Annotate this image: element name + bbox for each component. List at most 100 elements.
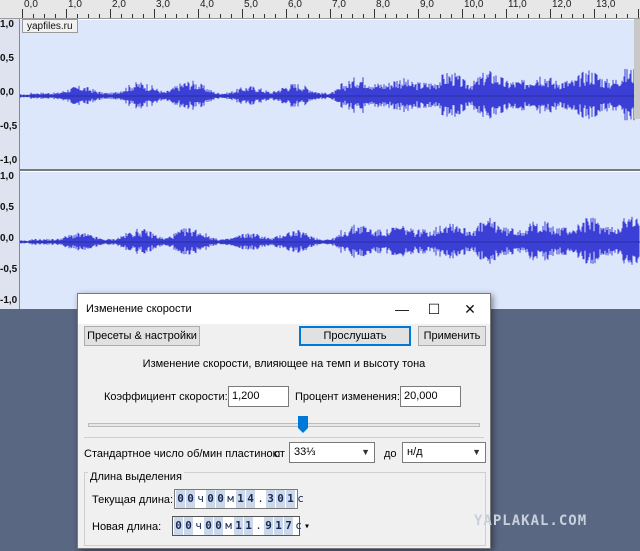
ruler-tick-label: 8,0	[376, 0, 390, 10]
ruler-tick	[638, 9, 639, 18]
preview-button[interactable]: Прослушать	[299, 326, 411, 346]
ruler-minor-tick	[121, 14, 122, 18]
left-channel[interactable]	[19, 19, 640, 169]
time-digit: 0	[214, 517, 223, 535]
maximize-icon[interactable]: ☐	[422, 298, 446, 320]
time-unit: с	[297, 492, 304, 505]
new-length-input[interactable]: 0 0 ч 0 0 м 1 1. 9 1 7 с ▾	[172, 516, 310, 536]
ruler-tick-label: 11,0	[508, 0, 527, 10]
ruler-tick	[594, 9, 595, 18]
speed-factor-label: Коэффициент скорости:	[104, 391, 228, 403]
time-unit: ч	[197, 492, 204, 505]
amplitude-label: 0,5	[0, 53, 14, 64]
to-label: до	[384, 448, 397, 460]
apply-button[interactable]: Применить	[418, 326, 486, 346]
ruler-tick	[418, 9, 419, 18]
presets-button[interactable]: Пресеты & настройки	[84, 326, 200, 346]
ruler-tick-label: 10,0	[464, 0, 484, 10]
close-icon[interactable]: ✕	[458, 298, 482, 320]
ruler-minor-tick	[44, 14, 45, 18]
ruler-tick	[374, 9, 375, 18]
rpm-from-select[interactable]: 33⅓ ▼	[289, 442, 375, 463]
time-digit: 0	[176, 490, 185, 508]
watermark: YAPLAKAL.COM	[474, 513, 588, 529]
ruler-minor-tick	[341, 14, 342, 18]
ruler-minor-tick	[616, 14, 617, 18]
speed-slider-track[interactable]	[88, 423, 480, 427]
channel-divider	[20, 169, 640, 171]
ruler-minor-tick	[253, 14, 254, 18]
timeline-ruler[interactable]: 0,0 1,0 2,0 3,0 4,0 5,0 6,0 7,0 8,0 9,0 10,0 11,0 12…	[0, 0, 640, 19]
ruler-tick-label: 1,0	[68, 0, 82, 10]
chevron-down-icon[interactable]: ▾	[304, 521, 310, 532]
ruler-minor-tick	[429, 14, 430, 18]
chevron-down-icon: ▼	[472, 447, 481, 457]
current-length-display: 00ч00м14.301с	[174, 489, 304, 509]
ruler-minor-tick	[319, 14, 320, 18]
ruler-minor-tick	[55, 14, 56, 18]
from-label: от	[274, 448, 285, 460]
amplitude-label: 1,0	[0, 171, 14, 182]
minimize-icon[interactable]: —	[390, 298, 414, 320]
time-digit: 0	[174, 517, 183, 535]
ruler-tick-label: 6,0	[288, 0, 302, 10]
ruler-minor-tick	[143, 14, 144, 18]
ruler-tick-label: 0,0	[24, 0, 38, 10]
time-digit: 1	[274, 517, 283, 535]
ruler-minor-tick	[451, 14, 452, 18]
ruler-minor-tick	[132, 14, 133, 18]
ruler-minor-tick	[583, 14, 584, 18]
effect-description: Изменение скорости, влияющее на темп и в…	[142, 358, 426, 370]
time-unit: .	[255, 519, 262, 532]
ruler-tick	[242, 9, 243, 18]
ruler-minor-tick	[88, 14, 89, 18]
time-digit: 4	[246, 490, 255, 508]
ruler-minor-tick	[517, 14, 518, 18]
chevron-down-icon: ▼	[361, 447, 370, 457]
ruler-tick-label: 3,0	[156, 0, 170, 10]
waveform-path	[19, 216, 640, 265]
time-digit: 0	[204, 517, 213, 535]
ruler-minor-tick	[231, 14, 232, 18]
ruler-minor-tick	[528, 14, 529, 18]
ruler-tick	[550, 9, 551, 18]
percent-change-label: Процент изменения:	[295, 391, 400, 403]
ruler-tick-label: 5,0	[244, 0, 258, 10]
time-unit: с	[295, 519, 302, 532]
ruler-minor-tick	[176, 14, 177, 18]
right-channel[interactable]	[19, 171, 640, 309]
ruler-minor-tick	[363, 14, 364, 18]
ruler-minor-tick	[308, 14, 309, 18]
dialog-titlebar[interactable]: Изменение скорости — ☐ ✕	[78, 294, 490, 324]
ruler-tick	[22, 9, 23, 18]
ruler-minor-tick	[165, 14, 166, 18]
amplitude-label: -0,5	[0, 264, 18, 275]
percent-change-input[interactable]: 20,000	[400, 386, 461, 407]
ruler-minor-tick	[484, 14, 485, 18]
time-digit: 7	[284, 517, 293, 535]
rpm-to-select[interactable]: н/д ▼	[402, 442, 486, 463]
vertical-scrollbar[interactable]	[634, 19, 640, 119]
amplitude-label: 1,0	[0, 19, 14, 30]
ruler-tick-label: 12,0	[552, 0, 572, 10]
ruler-minor-tick	[352, 14, 353, 18]
ruler-minor-tick	[209, 14, 210, 18]
waveform-area[interactable]	[19, 19, 640, 309]
ruler-minor-tick	[627, 14, 628, 18]
speed-slider-thumb[interactable]	[298, 416, 308, 433]
amplitude-ruler: 1,0 0,5 0,0 -0,5 -1,0 1,0 0,5 0,0 -0,5 -1,0	[0, 19, 20, 309]
separator	[84, 437, 484, 438]
amplitude-label: 0,0	[0, 233, 14, 244]
time-digit: 0	[206, 490, 215, 508]
time-unit: .	[257, 492, 264, 505]
ruler-minor-tick	[385, 14, 386, 18]
amplitude-label: 0,0	[0, 87, 14, 98]
amplitude-label: -1,0	[0, 155, 18, 166]
left-channel-waveform	[19, 69, 640, 121]
speed-factor-input[interactable]: 1,200	[228, 386, 289, 407]
time-unit: ч	[195, 519, 202, 532]
track-name[interactable]: yapfiles.ru	[22, 19, 78, 33]
audio-track[interactable]: 1,0 0,5 0,0 -0,5 -1,0 1,0 0,5 0,0 -0,5 -1,0 yapfi…	[0, 19, 640, 309]
ruler-tick	[286, 9, 287, 18]
amplitude-label: -1,0	[0, 295, 18, 306]
